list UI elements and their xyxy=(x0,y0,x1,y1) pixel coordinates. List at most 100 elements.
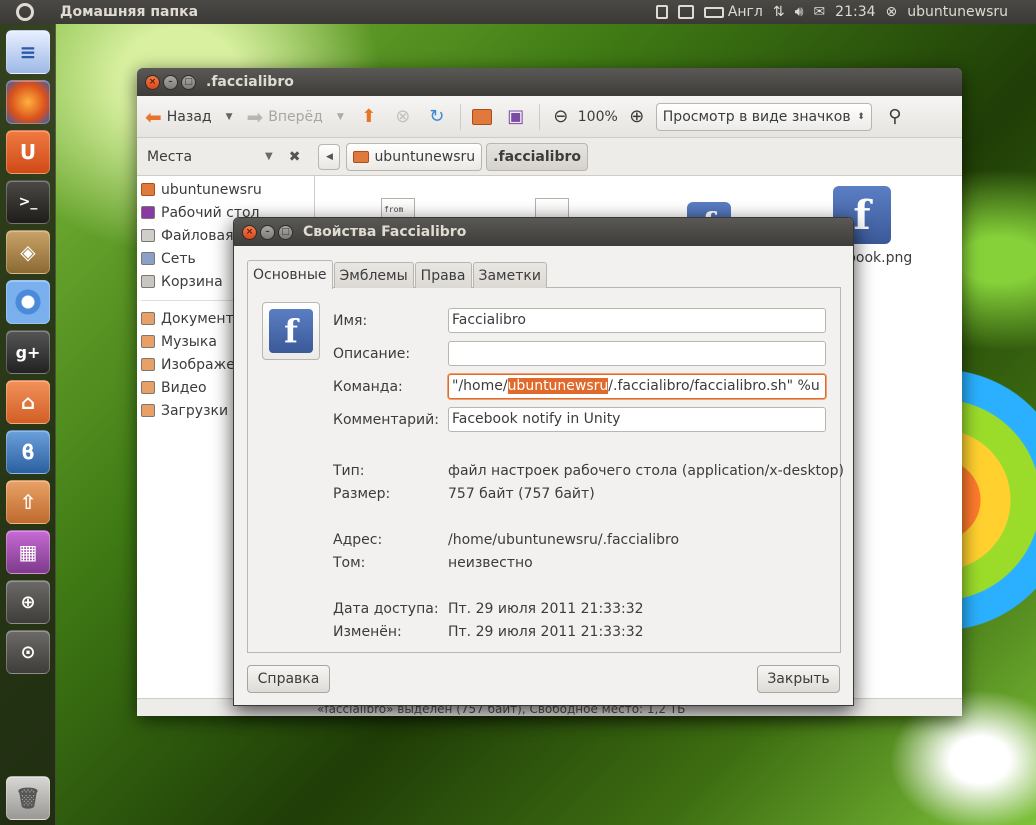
close-button[interactable]: Закрыть xyxy=(757,665,840,693)
command-text-selected: ubuntunewsru xyxy=(507,378,609,394)
address-label: Адрес: xyxy=(333,532,383,548)
search-icon[interactable]: ⚲ xyxy=(884,106,906,128)
minimize-icon[interactable]: – xyxy=(260,224,275,240)
trash-icon[interactable]: 🗑︎ xyxy=(6,776,50,820)
zoom-search-icon[interactable]: ⊙ xyxy=(6,630,50,674)
dialog-titlebar[interactable]: × – □ Свойства Faccialibro xyxy=(234,218,853,246)
breadcrumb-home-label: ubuntunewsru xyxy=(374,148,476,165)
ubuntu-logo-icon[interactable] xyxy=(12,0,38,24)
fm-titlebar[interactable]: × – □ .faccialibro xyxy=(137,68,962,96)
zoom-out-icon[interactable]: ⊖ xyxy=(550,106,572,128)
fm-toolbar: ⬅ Назад ▼ ➡ Вперёд ▼ ⬆ ⊗ ↻ ▣ ⊖ 100% ⊕ Пр… xyxy=(137,96,962,138)
back-dropdown-icon[interactable]: ▼ xyxy=(226,112,233,122)
close-icon[interactable]: × xyxy=(242,224,257,240)
chromium-icon[interactable] xyxy=(6,280,50,324)
comment-field[interactable]: Facebook notify in Unity xyxy=(448,407,826,432)
workspaces-icon[interactable]: ▦ xyxy=(6,530,50,574)
facebook-icon: f xyxy=(269,309,313,353)
keyboard-icon[interactable]: Англ xyxy=(703,4,763,20)
view-mode-select[interactable]: Просмотр в виде значков ⬍ xyxy=(655,102,872,131)
computer-icon[interactable]: ▣ xyxy=(505,106,527,128)
minimize-icon[interactable]: – xyxy=(163,74,178,90)
breadcrumb-current-label: .faccialibro xyxy=(493,148,582,165)
home-folder-icon[interactable]: ⌂ xyxy=(6,380,50,424)
back-button[interactable]: ⬅ Назад xyxy=(145,107,212,127)
accessed-value: Пт. 29 июля 2011 21:33:32 xyxy=(448,601,644,617)
forward-button[interactable]: ➡ Вперёд xyxy=(247,107,323,127)
terminal-icon[interactable]: >_ xyxy=(6,180,50,224)
keyboard-layout: Англ xyxy=(727,4,763,20)
home-icon[interactable] xyxy=(471,106,493,128)
arrow-left-icon: ⬅ xyxy=(145,104,162,129)
properties-dialog: × – □ Свойства Faccialibro Основные Эмбл… xyxy=(233,217,854,706)
help-button[interactable]: Справка xyxy=(247,665,330,693)
file-icon-button[interactable]: f xyxy=(262,302,320,360)
tab-notes[interactable]: Заметки xyxy=(472,262,547,288)
zoom-in-icon[interactable]: ⊕ xyxy=(626,106,648,128)
maximize-icon[interactable]: □ xyxy=(181,74,196,90)
indicators: Англ ⇅ 🔊︎ ✉ 21:34 ⊗ ubuntunewsru xyxy=(655,0,1008,24)
forward-dropdown-icon[interactable]: ▼ xyxy=(337,112,344,122)
tab-permissions[interactable]: Права xyxy=(414,262,472,288)
keyboard-shape-icon xyxy=(703,6,724,18)
folder-icon xyxy=(353,150,370,163)
ubuntu-one-icon[interactable]: U xyxy=(6,130,50,174)
size-value: 757 байт (757 байт) xyxy=(448,486,595,502)
up-icon[interactable]: ⬆ xyxy=(358,106,380,128)
breadcrumb-prev-icon[interactable]: ◀ xyxy=(318,143,341,170)
window-indicator-icon[interactable] xyxy=(677,5,694,19)
clock[interactable]: 21:34 xyxy=(835,4,875,20)
breadcrumb-current[interactable]: .faccialibro xyxy=(486,142,589,171)
google-plus-icon[interactable]: g+ xyxy=(6,330,50,374)
trash-indicator-icon[interactable] xyxy=(655,5,668,19)
zoom-level: 100% xyxy=(577,108,618,125)
view-mode-value: Просмотр в виде значков xyxy=(662,108,851,125)
tab-emblems[interactable]: Эмблемы xyxy=(333,262,414,288)
dialog-title: Свойства Faccialibro xyxy=(303,224,467,240)
sidebar-item-label: Корзина xyxy=(161,273,223,290)
update-icon[interactable]: ⇧ xyxy=(6,480,50,524)
network-icon[interactable]: ⇅ xyxy=(773,4,785,20)
reload-icon[interactable]: ↻ xyxy=(426,106,448,128)
arrow-right-icon: ➡ xyxy=(246,104,264,129)
sidebar-item-label: Изображе xyxy=(161,356,235,373)
fm-locationbar: Места ▼ ✖ ◀ ubuntunewsru .faccialibro xyxy=(137,138,962,176)
breadcrumb-home[interactable]: ubuntunewsru xyxy=(346,142,483,171)
close-icon[interactable]: × xyxy=(145,74,160,90)
comment-label: Комментарий: xyxy=(333,412,439,428)
close-sidebar-icon[interactable]: ✖ xyxy=(289,149,301,165)
command-field[interactable]: "/home/ubuntunewsru/.faccialibro/faccial… xyxy=(448,374,826,399)
document-icon[interactable]: ≡ xyxy=(6,30,50,74)
places-label[interactable]: Места xyxy=(147,149,265,165)
forward-label: Вперёд xyxy=(268,108,323,125)
sidebar-item-home[interactable]: ubuntunewsru xyxy=(137,178,314,201)
sidebar-item-label: Музыка xyxy=(161,333,217,350)
software-center-icon[interactable]: ◈ xyxy=(6,230,50,274)
chevron-down-icon[interactable]: ▼ xyxy=(265,151,273,162)
type-value: файл настроек рабочего стола (applicatio… xyxy=(448,463,844,479)
sidebar-item-label: Видео xyxy=(161,379,207,396)
firefox-icon[interactable] xyxy=(6,80,50,124)
sidebar-item-label: Загрузки xyxy=(161,402,229,419)
tab-basic[interactable]: Основные xyxy=(247,260,333,289)
modified-value: Пт. 29 июля 2011 21:33:32 xyxy=(448,624,644,640)
command-text-post: /.faccialibro/faccialibro.sh" %u xyxy=(608,378,820,394)
fm-title: .faccialibro xyxy=(206,74,294,90)
volume-label: Том: xyxy=(333,555,366,571)
sidebar-item-label: Сеть xyxy=(161,250,196,267)
name-field[interactable]: Faccialibro xyxy=(448,308,826,333)
zoom-in-icon[interactable]: ⊕ xyxy=(6,580,50,624)
maximize-icon[interactable]: □ xyxy=(278,224,293,240)
address-value: /home/ubuntunewsru/.faccialibro xyxy=(448,532,680,548)
bluetooth-icon[interactable]: ϐ xyxy=(6,430,50,474)
mail-icon[interactable]: ✉ xyxy=(813,4,825,20)
script-preview-text: from xyxy=(384,205,404,214)
stop-icon[interactable]: ⊗ xyxy=(392,106,414,128)
launcher: ≡ U >_ ◈ g+ ⌂ ϐ ⇧ ▦ ⊕ ⊙ 🗑︎ xyxy=(0,24,56,825)
volume-icon[interactable]: 🔊︎ xyxy=(795,4,804,20)
user-name[interactable]: ubuntunewsru xyxy=(907,4,1008,20)
back-label: Назад xyxy=(166,108,212,125)
user-icon: ⊗ xyxy=(885,4,898,20)
description-field[interactable] xyxy=(448,341,826,366)
name-label: Имя: xyxy=(333,313,368,329)
